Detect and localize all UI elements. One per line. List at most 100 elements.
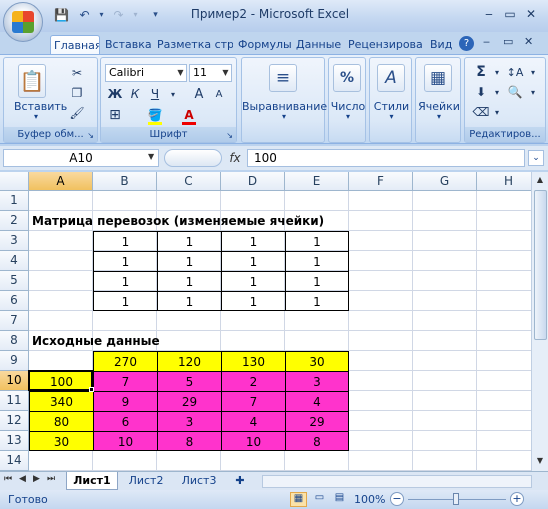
alignment-icon[interactable]: ≡ [269,64,297,92]
name-box[interactable]: A10 [3,149,159,167]
autosum-dropdown-icon[interactable]: ▾ [487,63,507,81]
column-header-g[interactable]: G [413,172,477,191]
row-header-9[interactable]: 9 [0,351,29,371]
cells-dropdown-icon[interactable]: ▾ [416,112,462,121]
tab-review[interactable]: Рецензирова [345,35,425,54]
row-header-14[interactable]: 14 [0,451,29,471]
horizontal-scrollbar[interactable] [262,475,532,488]
matrix-title-cell[interactable]: Матрица перевозок (изменяемые ячейки) [29,211,329,231]
percent-icon[interactable]: % [333,64,361,92]
styles-icon[interactable]: A [377,64,405,92]
row-header-6[interactable]: 6 [0,291,29,311]
copy-icon[interactable]: ❐ [67,84,87,102]
matrix-cell[interactable]: 1 [157,251,221,271]
cost-cell[interactable]: 10 [93,431,157,451]
sheet-tab-3[interactable]: Лист3 [174,472,224,490]
sort-filter-icon[interactable]: ↕A [505,63,525,81]
clear-dropdown-icon[interactable]: ▾ [487,103,507,121]
matrix-cell[interactable]: 1 [221,291,285,311]
cost-cell[interactable]: 9 [93,391,157,411]
column-header-f[interactable]: F [349,172,413,191]
format-painter-icon[interactable]: 🖌 [67,104,87,122]
formula-splitter[interactable] [164,149,222,167]
column-header-d[interactable]: D [221,172,285,191]
fill-dropdown-icon[interactable]: ▾ [487,83,507,101]
demand-cell[interactable]: 30 [285,351,349,371]
source-data-title-cell[interactable]: Исходные данные [29,331,229,351]
clipboard-launcher-icon[interactable]: ↘ [87,131,94,140]
cost-cell[interactable]: 4 [221,411,285,431]
demand-cell[interactable]: 130 [221,351,285,371]
cost-cell[interactable]: 7 [93,371,157,391]
ribbon-minimize-icon[interactable]: ‒ [483,35,490,48]
cost-cell[interactable]: 29 [157,391,221,411]
column-header-e[interactable]: E [285,172,349,191]
find-select-icon[interactable]: 🔍 [505,83,525,101]
matrix-cell[interactable]: 1 [285,231,349,251]
matrix-cell[interactable]: 1 [93,271,157,291]
supply-cell[interactable]: 30 [29,431,93,451]
borders-icon[interactable]: ⊞ [105,106,125,124]
sheet-tab-2[interactable]: Лист2 [121,472,171,490]
vertical-scrollbar[interactable]: ▲ ▼ [531,172,548,471]
italic-button[interactable]: К [125,85,145,103]
row-header-3[interactable]: 3 [0,231,29,251]
formula-input[interactable]: 100 [247,149,525,167]
row-header-11[interactable]: 11 [0,391,29,411]
tab-home[interactable]: Главная [50,35,100,54]
redo-dropdown-icon[interactable]: ▾ [127,6,144,23]
scroll-up-icon[interactable]: ▲ [534,175,546,187]
column-header-a[interactable]: A [29,172,93,191]
last-sheet-icon[interactable]: ⏭ [47,474,55,484]
row-header-7[interactable]: 7 [0,311,29,331]
cost-cell[interactable]: 7 [221,391,285,411]
bold-button[interactable]: Ж [105,85,125,103]
row-header-2[interactable]: 2 [0,211,29,231]
row-header-13[interactable]: 13 [0,431,29,451]
next-sheet-icon[interactable]: ▶ [33,474,40,484]
expand-formula-bar-icon[interactable]: ⌄ [528,150,544,166]
demand-cell[interactable]: 120 [157,351,221,371]
help-icon[interactable]: ? [459,36,474,51]
zoom-out-button[interactable]: − [390,492,404,506]
cost-cell[interactable]: 8 [285,431,349,451]
worksheet-grid[interactable]: A B C D E F G H 1 2 3 4 5 6 7 8 9 10 11 12 13 14 Матрица перев… [0,172,531,471]
column-header-c[interactable]: C [157,172,221,191]
supply-cell[interactable]: 340 [29,391,93,411]
undo-dropdown-icon[interactable]: ▾ [93,6,110,23]
underline-dropdown-icon[interactable]: ▾ [163,85,183,103]
prev-sheet-icon[interactable]: ◀ [19,474,26,484]
cost-cell[interactable]: 3 [157,411,221,431]
name-box-dropdown-icon[interactable]: ▼ [148,152,154,161]
sheet-tab-1[interactable]: Лист1 [66,472,118,490]
ribbon-restore-icon[interactable]: ▭ [503,35,513,48]
insert-function-button[interactable]: fx [226,149,244,167]
office-button[interactable] [3,2,43,42]
find-dropdown-icon[interactable]: ▾ [523,83,543,101]
cost-cell[interactable]: 8 [157,431,221,451]
font-launcher-icon[interactable]: ↘ [226,131,233,140]
fill-handle[interactable] [89,387,94,392]
cut-icon[interactable]: ✂ [67,64,87,82]
scroll-thumb[interactable] [534,190,547,340]
restore-button[interactable]: ▭ [501,6,519,22]
matrix-cell[interactable]: 1 [93,231,157,251]
matrix-cell[interactable]: 1 [157,291,221,311]
font-name-select[interactable]: Calibri ▼ [105,64,187,82]
tab-data[interactable]: Данные [293,35,343,54]
row-header-5[interactable]: 5 [0,271,29,291]
page-break-view-icon[interactable]: ▤ [331,492,348,507]
paste-button[interactable]: Вставить [14,100,67,113]
minimize-button[interactable]: ‒ [480,6,498,22]
shrink-font-button[interactable]: A [209,85,229,103]
cost-cell[interactable]: 5 [157,371,221,391]
cost-cell[interactable]: 10 [221,431,285,451]
insert-sheet-icon[interactable]: ✚ [227,472,253,490]
matrix-cell[interactable]: 1 [285,291,349,311]
column-header-h[interactable]: H [477,172,531,191]
row-header-1[interactable]: 1 [0,191,29,211]
page-layout-view-icon[interactable]: ▭ [311,492,328,507]
matrix-cell[interactable]: 1 [285,251,349,271]
normal-view-icon[interactable]: ▦ [290,492,307,507]
zoom-slider-thumb[interactable] [453,493,459,505]
